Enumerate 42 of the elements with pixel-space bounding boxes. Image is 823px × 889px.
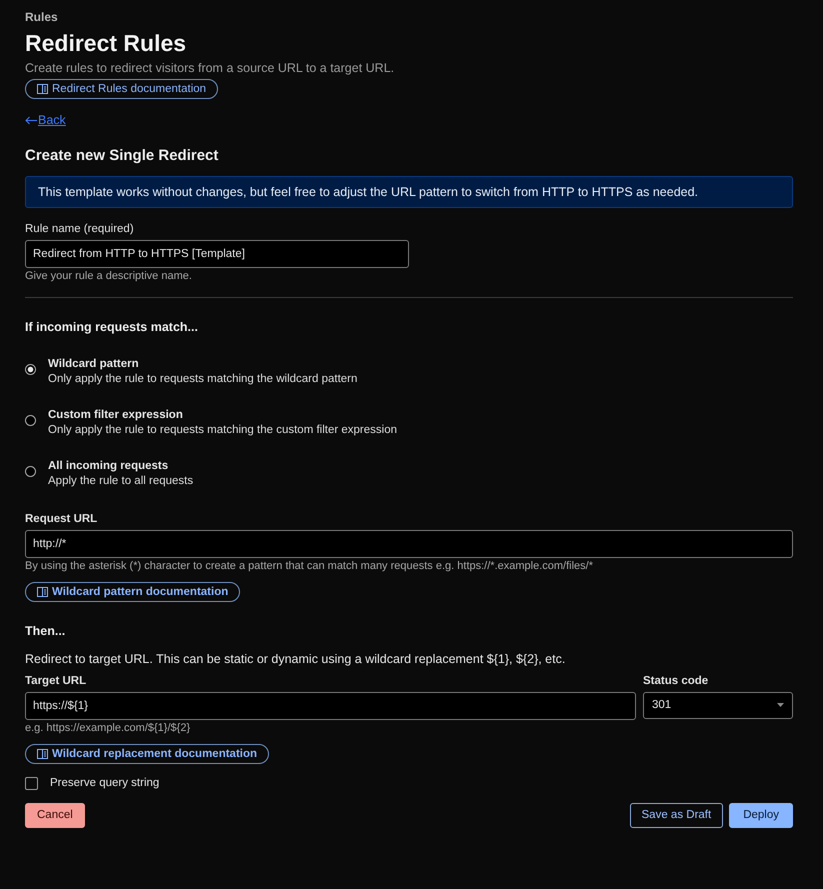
back-link[interactable]: Back [25,113,66,127]
field-hint: Give your rule a descriptive name. [25,270,193,282]
checkbox-label: Preserve query string [50,777,160,789]
option-description: Only apply the rule to requests matching the wildcard pattern [48,372,358,384]
documentation-link[interactable]: Wildcard pattern documentation [25,582,240,602]
field-hint: e.g. https://example.com/${1}/${2} [25,722,192,734]
option-label: Wildcard pattern [48,358,140,370]
book-icon [37,748,48,758]
page-title: Redirect Rules [25,30,188,57]
caret-icon [777,703,784,707]
field-label: Status code [643,674,710,686]
option-label: Custom filter expression [48,408,184,420]
option-description: Only apply the rule to requests matching the custom filter expression [48,424,398,436]
radio-button[interactable] [25,364,36,374]
field-hint: By using the asterisk (*) character to create a pattern that can match many requests e.g. https://*.example.com/files/* [25,560,594,572]
option-label: All incoming requests [48,460,170,472]
match-heading: If incoming requests match... [25,320,199,334]
request-url-field[interactable]: http://* [25,530,793,558]
option-description: Apply the rule to all requests [48,474,194,486]
documentation-link[interactable]: Wildcard replacement documentation [25,744,270,764]
radio-button[interactable] [25,414,36,426]
cancel-button[interactable]: Cancel [25,802,85,828]
then-heading: Then... [25,624,66,638]
book-icon [37,84,48,94]
back-arrow-icon [25,116,37,124]
checkbox[interactable] [25,776,38,790]
section-title: Create new Single Redirect [25,146,220,164]
info-banner: This template works without changes, but feel free to adjust the URL pattern to switch from HTTP to HTTPS as needed. [25,176,793,208]
book-icon [37,586,48,596]
breadcrumb: Rules [25,10,59,24]
documentation-link[interactable]: Redirect Rules documentation [25,79,218,99]
save-draft-button[interactable]: Save as Draft [630,802,724,828]
rule-name-field[interactable]: Redirect from HTTP to HTTPS [Template] [25,240,409,268]
then-description: Redirect to target URL. This can be static or dynamic using a wildcard replacement ${1}, ${2}, etc. [25,652,566,666]
field-label: Target URL [25,674,88,686]
field-label: Rule name (required) [25,222,135,234]
field-label: Request URL [25,512,98,524]
target-url-field[interactable]: https://${1} [25,692,636,720]
deploy-button[interactable]: Deploy [729,802,793,828]
page-description: Create rules to redirect visitors from a source URL to a target URL. [25,61,396,75]
radio-button[interactable] [25,466,36,476]
status-code-dropdown[interactable]: 301 [643,692,793,718]
